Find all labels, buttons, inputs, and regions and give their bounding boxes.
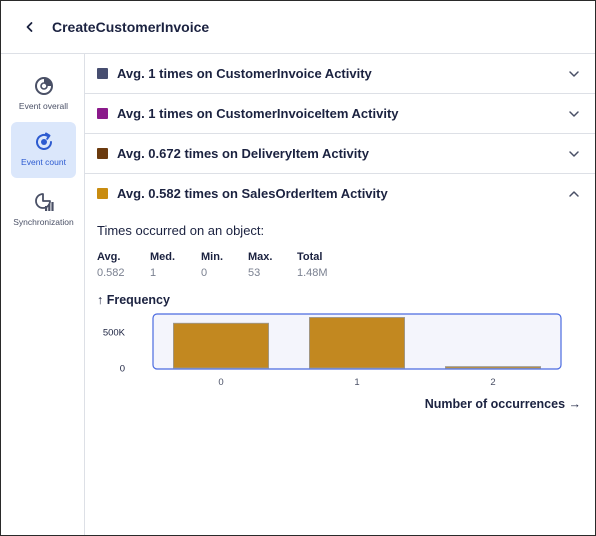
page-title: CreateCustomerInvoice	[52, 19, 210, 35]
x-tick-label: 1	[354, 377, 359, 388]
sidebar-item-label: Event overall	[18, 101, 69, 111]
stat-value: 0	[201, 267, 208, 279]
accordion-label: Avg. 1 times on CustomerInvoiceItem Acti…	[117, 106, 399, 121]
color-swatch	[97, 188, 108, 199]
x-tick-label: 0	[218, 377, 223, 388]
stat-key: Max.	[248, 251, 273, 263]
sidebar-item-event-overall[interactable]: Event overall	[11, 66, 76, 122]
color-swatch	[97, 68, 108, 79]
stat-max: Max. 53	[248, 251, 272, 279]
chevron-down-icon	[569, 111, 579, 117]
y-tick-label: 500K	[103, 327, 126, 338]
accordion-row-customerinvoice[interactable]: Avg. 1 times on CustomerInvoice Activity	[85, 54, 595, 94]
stat-key: Min.	[201, 251, 223, 263]
x-axis-title: Number of occurrences →	[424, 397, 581, 411]
chevron-down-icon	[569, 71, 579, 77]
header: CreateCustomerInvoice	[1, 1, 595, 54]
stat-value: 1.48M	[297, 267, 328, 279]
y-tick-label: 0	[120, 364, 125, 375]
sidebar-item-event-count[interactable]: Event count	[11, 122, 76, 178]
donut-chart-icon	[32, 74, 56, 98]
chevron-up-icon	[569, 191, 579, 197]
accordion-label: Avg. 0.672 times on DeliveryItem Activit…	[117, 146, 369, 161]
color-swatch	[97, 148, 108, 159]
sidebar-item-label: Event count	[21, 157, 66, 167]
bar-2	[444, 366, 541, 369]
window: CreateCustomerInvoice Event overall Even…	[0, 0, 596, 536]
sidebar: Event overall Event count Synchronizatio…	[1, 54, 85, 535]
back-button[interactable]	[18, 15, 42, 39]
stat-value: 53	[248, 267, 261, 279]
bar-0	[173, 322, 269, 369]
accordion-label: Avg. 1 times on CustomerInvoice Activity	[117, 66, 372, 81]
stat-key: Total	[297, 251, 323, 263]
main-panel: Avg. 1 times on CustomerInvoice Activity…	[85, 54, 595, 535]
chevron-left-icon	[26, 22, 33, 32]
stat-med: Med. 1	[150, 251, 175, 279]
y-axis-title: ↑ Frequency	[97, 293, 170, 307]
chevron-down-icon	[569, 151, 579, 157]
stat-key: Avg.	[97, 251, 121, 263]
stat-value: 0.582	[97, 267, 125, 279]
sidebar-item-synchronization[interactable]: Synchronization	[11, 182, 76, 238]
accordion-row-salesorderitem[interactable]: Avg. 0.582 times on SalesOrderItem Activ…	[85, 174, 595, 214]
sidebar-item-label: Synchronization	[13, 217, 74, 227]
accordion-row-deliveryitem[interactable]: Avg. 0.672 times on DeliveryItem Activit…	[85, 134, 595, 174]
color-swatch	[97, 108, 108, 119]
stat-total: Total 1.48M	[297, 251, 328, 279]
stat-key: Med.	[150, 251, 176, 263]
bar-1	[308, 317, 405, 369]
stat-avg: Avg. 0.582	[97, 251, 125, 279]
x-tick-label: 2	[490, 377, 495, 388]
stat-value: 1	[150, 267, 157, 279]
pie-bars-icon	[32, 190, 56, 214]
stat-min: Min. 0	[201, 251, 223, 279]
accordion-row-customerinvoiceitem[interactable]: Avg. 1 times on CustomerInvoiceItem Acti…	[85, 94, 595, 134]
accordion-label: Avg. 0.582 times on SalesOrderItem Activ…	[117, 186, 388, 201]
detail-subtitle: Times occurred on an object:	[97, 223, 265, 238]
refresh-target-icon	[32, 130, 56, 154]
